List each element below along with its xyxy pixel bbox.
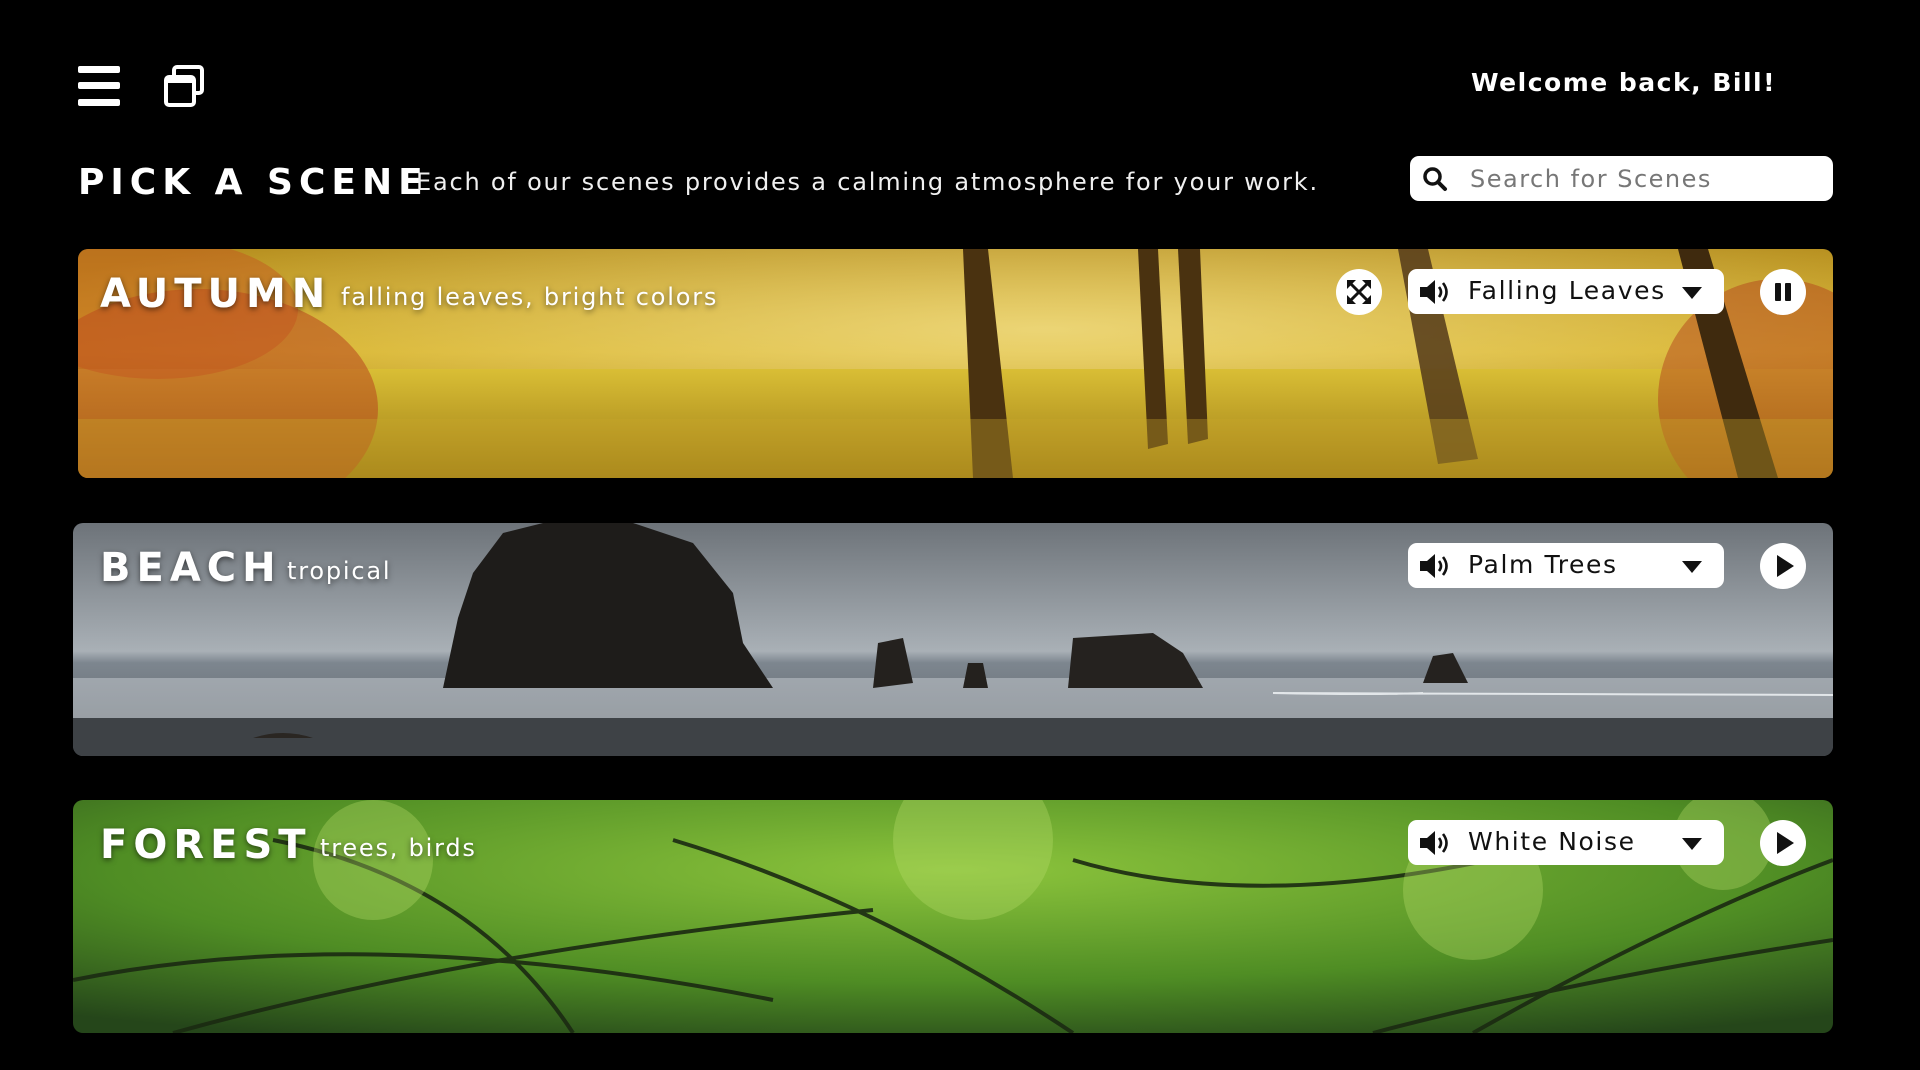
speaker-volume-icon: [1420, 280, 1448, 304]
page-title: PICK A SCENE: [78, 162, 429, 203]
hamburger-menu-icon[interactable]: [78, 66, 120, 106]
page-subtitle: Each of our scenes provides a calming at…: [416, 168, 1319, 196]
scene-card-autumn[interactable]: AUTUMN falling leaves, bright colors Fal…: [78, 249, 1833, 478]
sound-dropdown-value: Falling Leaves: [1468, 276, 1666, 305]
play-icon: [1777, 555, 1794, 577]
scene-card-beach[interactable]: BEACH tropical Palm Trees: [73, 523, 1833, 756]
pause-button[interactable]: [1760, 269, 1806, 315]
scene-card-forest[interactable]: FOREST trees, birds White Noise: [73, 800, 1833, 1033]
scene-subtitle: trees, birds: [320, 834, 477, 862]
sound-dropdown-value: Palm Trees: [1468, 550, 1618, 579]
sound-dropdown-value: White Noise: [1468, 827, 1636, 856]
sound-dropdown[interactable]: White Noise: [1408, 820, 1724, 865]
sound-dropdown[interactable]: Falling Leaves: [1408, 269, 1724, 314]
windows-stack-icon[interactable]: [162, 64, 206, 108]
welcome-message: Welcome back, Bill!: [1471, 68, 1776, 97]
scene-title: FOREST: [100, 822, 312, 868]
scene-title: BEACH: [100, 545, 282, 591]
fullscreen-button[interactable]: [1336, 269, 1382, 315]
play-button[interactable]: [1760, 820, 1806, 866]
search-input[interactable]: [1468, 160, 1822, 198]
scene-subtitle: falling leaves, bright colors: [341, 283, 719, 311]
scene-subtitle: tropical: [287, 557, 392, 585]
caret-down-icon: [1682, 287, 1702, 299]
caret-down-icon: [1682, 838, 1702, 850]
search-icon: [1423, 167, 1447, 191]
pause-icon: [1775, 283, 1791, 301]
search-box[interactable]: [1410, 156, 1833, 201]
play-button[interactable]: [1760, 543, 1806, 589]
sound-dropdown[interactable]: Palm Trees: [1408, 543, 1724, 588]
top-bar: Welcome back, Bill!: [0, 0, 1920, 130]
play-icon: [1777, 832, 1794, 854]
caret-down-icon: [1682, 561, 1702, 573]
scene-title: AUTUMN: [100, 271, 332, 317]
speaker-volume-icon: [1420, 831, 1448, 855]
speaker-volume-icon: [1420, 554, 1448, 578]
fullscreen-expand-icon: [1347, 280, 1371, 304]
